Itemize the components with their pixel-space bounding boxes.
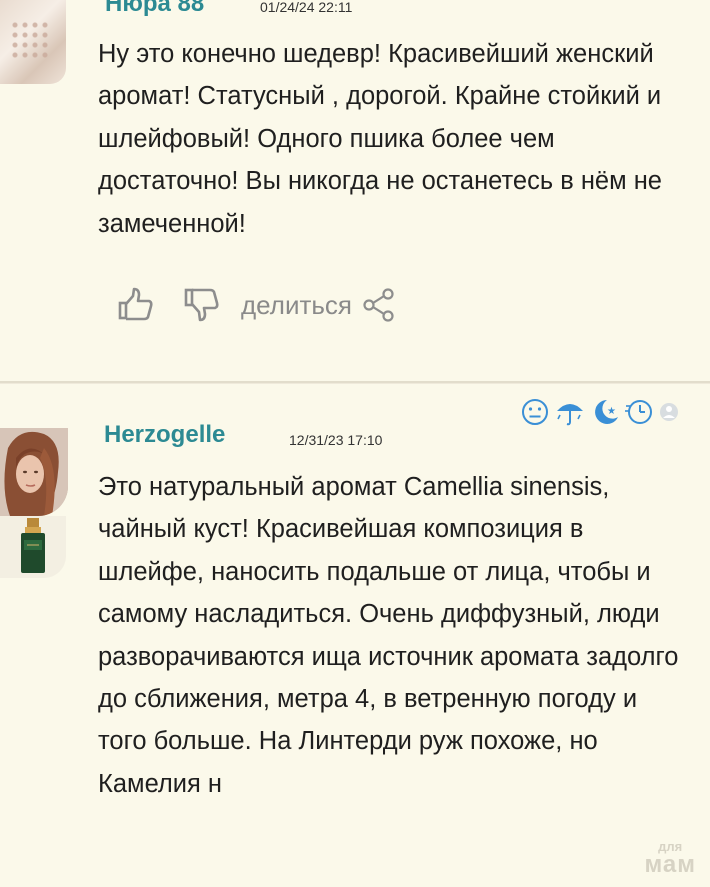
user-status-icons: ★ [520, 397, 680, 432]
avatar[interactable] [0, 428, 68, 516]
svg-text:★: ★ [607, 406, 616, 417]
comment-date: 01/24/24 22:11 [260, 0, 353, 15]
comment-actions: делиться [117, 286, 396, 324]
smiley-neutral-icon [520, 397, 550, 432]
hidden-circle-icon [658, 397, 680, 432]
comment-author[interactable]: Herzogelle [104, 421, 225, 449]
perfume-bottle-image[interactable] [0, 516, 66, 578]
umbrella-rain-icon [554, 397, 586, 432]
comment-text: Ну это конечно шедевр! Красивейший женск… [98, 40, 662, 238]
moon-stars-icon: ★ [590, 397, 620, 432]
share-icon[interactable] [362, 286, 396, 324]
site-watermark: для мам [644, 839, 696, 878]
comment-author[interactable]: Нюра 88 [105, 0, 204, 18]
share-label[interactable]: делиться [241, 290, 352, 321]
thumb-up-icon[interactable] [117, 286, 155, 324]
avatar[interactable] [0, 0, 66, 84]
comment-date: 12/31/23 17:10 [289, 432, 383, 448]
comment-divider [0, 357, 710, 383]
clock-icon [624, 397, 654, 432]
thumb-down-icon[interactable] [183, 286, 221, 324]
comment-text: Это натуральный аромат Camellia sinensis… [98, 473, 679, 798]
